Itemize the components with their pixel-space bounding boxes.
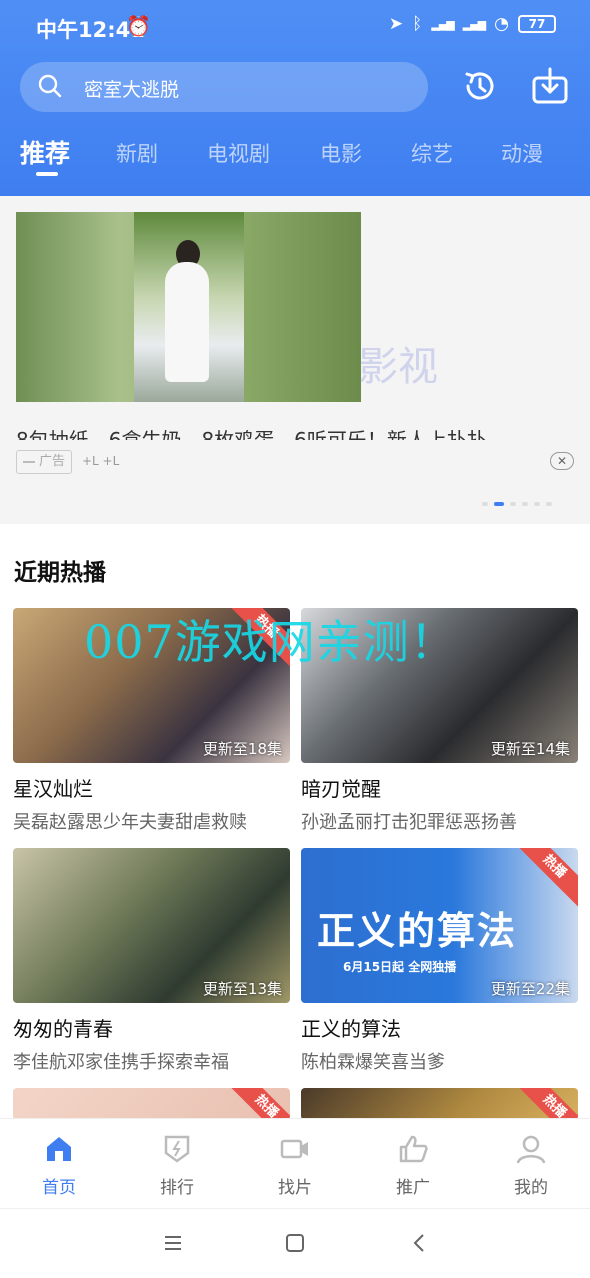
show-card[interactable]: 更新至13集 匆匆的青春 李佳航邓家佳携手探索幸福	[13, 848, 290, 1074]
carousel-dot	[522, 502, 528, 506]
ad-banner[interactable]: 影视 8包抽纸、6盒牛奶、8枚鸡蛋、6听可乐！新人上扑扑，0.01 广告 +L …	[0, 196, 590, 524]
ad-image[interactable]	[16, 212, 361, 402]
ad-title[interactable]: 8包抽纸、6盒牛奶、8枚鸡蛋、6听可乐！新人上扑扑，0.01	[16, 422, 546, 440]
hot-badge: 热播	[224, 1088, 290, 1120]
search-bar[interactable]: 密室大逃脱	[20, 62, 428, 112]
signal-2-icon: ▂▄▆	[462, 17, 486, 31]
nav-promote[interactable]: 推广	[354, 1119, 472, 1207]
ad-subtag: +L +L	[82, 454, 120, 468]
show-title[interactable]: 暗刃觉醒	[301, 773, 578, 802]
tab-anime[interactable]: 动漫	[501, 138, 543, 168]
thumbs-up-icon	[399, 1135, 428, 1163]
status-bar: 中午12:41 ⏰ ➤ ᛒ ▂▄▆ ▂▄▆ ◔ 77	[0, 0, 590, 56]
history-icon[interactable]	[460, 66, 500, 106]
update-label: 更新至14集	[490, 740, 570, 758]
overlay-watermark: 007游戏网亲测！	[84, 615, 457, 669]
ad-bg-watermark: 影视	[358, 344, 438, 390]
poster-date: 6月15日起 全网独播	[343, 960, 457, 974]
nav-ranking[interactable]: 排行	[118, 1119, 236, 1207]
close-icon[interactable]: ✕	[550, 452, 574, 470]
nav-label: 首页	[42, 1178, 76, 1198]
status-icons: ➤ ᛒ ▂▄▆ ▂▄▆ ◔ 77	[389, 14, 556, 34]
nav-find[interactable]: 找片	[236, 1119, 354, 1207]
hot-badge: 热播	[512, 848, 578, 909]
video-camera-icon	[280, 1139, 308, 1159]
location-icon: ➤	[388, 14, 404, 34]
carousel-dot	[546, 502, 552, 506]
nav-label: 推广	[396, 1178, 430, 1198]
update-label: 更新至13集	[202, 980, 282, 998]
alarm-icon: ⏰	[126, 14, 151, 38]
show-card[interactable]: 热播	[301, 1088, 578, 1120]
carousel-dots	[482, 502, 552, 506]
carousel-dot	[534, 502, 540, 506]
tab-indicator	[36, 172, 58, 176]
download-icon[interactable]	[530, 66, 570, 106]
show-desc: 孙逊孟丽打击犯罪惩恶扬善	[301, 812, 517, 833]
system-nav-bar	[0, 1208, 590, 1278]
ranking-icon	[164, 1135, 190, 1163]
show-title[interactable]: 星汉灿烂	[13, 773, 290, 802]
user-icon	[516, 1135, 546, 1164]
tab-recommend[interactable]: 推荐	[20, 134, 70, 170]
app-header: 中午12:41 ⏰ ➤ ᛒ ▂▄▆ ▂▄▆ ◔ 77 密室大逃脱 推荐 新剧 电…	[0, 0, 590, 196]
nav-label: 找片	[278, 1178, 312, 1198]
nav-label: 我的	[514, 1178, 548, 1198]
wifi-icon: ◔	[494, 14, 509, 34]
home-icon	[47, 1137, 71, 1161]
carousel-dot-active	[494, 502, 504, 506]
carousel-dot	[510, 502, 516, 506]
nav-label: 排行	[160, 1178, 194, 1198]
poster-title: 正义的算法	[317, 909, 518, 953]
update-label: 更新至18集	[202, 740, 282, 758]
back-icon[interactable]	[408, 1231, 432, 1255]
show-title[interactable]: 匆匆的青春	[13, 1013, 290, 1042]
nav-home[interactable]: 首页	[0, 1119, 118, 1207]
search-icon	[38, 74, 62, 98]
bluetooth-icon: ᛒ	[412, 14, 423, 34]
section-title: 近期热播	[14, 560, 106, 586]
menu-icon[interactable]	[161, 1231, 185, 1255]
nav-mine[interactable]: 我的	[472, 1119, 590, 1207]
ad-tag: 广告	[16, 450, 72, 474]
battery-icon: 77	[518, 15, 556, 33]
show-desc: 陈柏霖爆笑喜当爹	[301, 1052, 445, 1073]
tab-variety[interactable]: 综艺	[411, 138, 453, 168]
tab-movie[interactable]: 电影	[320, 138, 362, 168]
show-thumbnail[interactable]: 热播	[13, 1088, 290, 1120]
hot-badge: 热播	[512, 1088, 578, 1120]
show-thumbnail[interactable]: 更新至13集	[13, 848, 290, 1003]
show-desc: 吴磊赵露思少年夫妻甜虐救赎	[13, 812, 247, 833]
carousel-dot	[482, 502, 488, 506]
show-card[interactable]: 热播	[13, 1088, 290, 1120]
search-placeholder: 密室大逃脱	[84, 79, 180, 101]
show-desc: 李佳航邓家佳携手探索幸福	[13, 1052, 229, 1073]
bottom-nav: 首页 排行 找片 推广 我的	[0, 1118, 590, 1206]
update-label: 更新至22集	[490, 980, 570, 998]
show-thumbnail[interactable]: 热播	[301, 1088, 578, 1120]
signal-icon: ▂▄▆	[431, 17, 454, 31]
tab-tv[interactable]: 电视剧	[207, 138, 270, 168]
category-tabs: 推荐 新剧 电视剧 电影 综艺 动漫	[0, 134, 590, 184]
show-thumbnail[interactable]: 正义的算法 6月15日起 全网独播 热播 更新至22集	[301, 848, 578, 1003]
show-card[interactable]: 正义的算法 6月15日起 全网独播 热播 更新至22集 正义的算法 陈柏霖爆笑喜…	[301, 848, 578, 1074]
tab-new[interactable]: 新剧	[116, 138, 158, 168]
home-square-icon[interactable]	[283, 1231, 307, 1255]
show-title[interactable]: 正义的算法	[301, 1013, 578, 1042]
